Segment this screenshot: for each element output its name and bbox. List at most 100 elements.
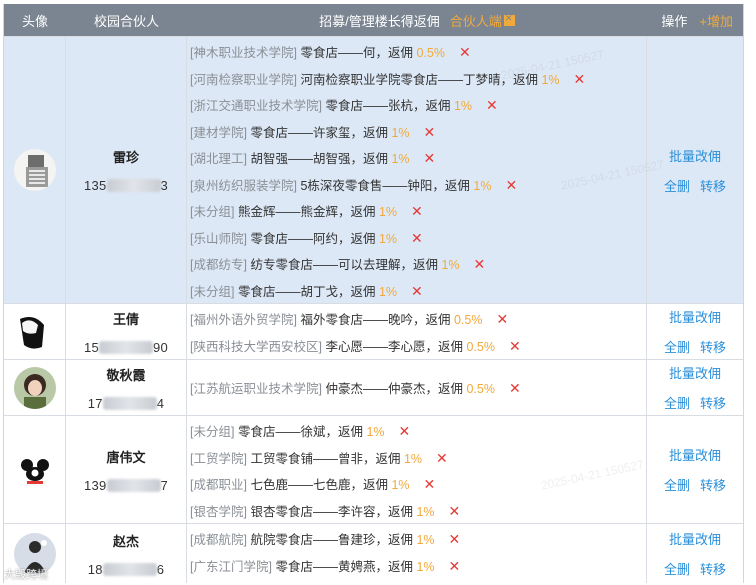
delete-icon[interactable]: ✕ xyxy=(509,380,521,396)
actions-cell: 批量改佣 全删 转移 xyxy=(647,360,743,415)
delete-icon[interactable]: ✕ xyxy=(505,177,517,193)
batch-edit-commission-link[interactable]: 批量改佣 xyxy=(669,445,721,464)
delete-icon[interactable]: ✕ xyxy=(411,230,423,246)
delete-icon[interactable]: ✕ xyxy=(399,423,411,439)
delete-all-link[interactable]: 全删 xyxy=(664,176,690,195)
delete-icon[interactable]: ✕ xyxy=(496,311,508,327)
actions-cell: 批量改佣 全删 转移 xyxy=(647,304,743,359)
delete-icon[interactable]: ✕ xyxy=(449,503,461,519)
commission-rate: 1% xyxy=(366,425,385,439)
delete-all-link[interactable]: 全删 xyxy=(664,559,690,578)
commission-rate: 1% xyxy=(453,99,473,113)
delete-icon[interactable]: ✕ xyxy=(424,476,436,492)
batch-edit-commission-link[interactable]: 批量改佣 xyxy=(669,363,721,382)
phone-suffix: 3 xyxy=(160,178,169,193)
partner-phone: 139 7 xyxy=(84,478,168,493)
commission-rate: 0.5% xyxy=(466,382,495,397)
transfer-link[interactable]: 转移 xyxy=(700,475,726,494)
add-button[interactable]: +增加 xyxy=(699,11,733,30)
external-box-icon[interactable] xyxy=(503,13,515,26)
delete-icon[interactable]: ✕ xyxy=(459,44,471,60)
school-name: [河南检察职业学院] xyxy=(190,72,297,87)
partner-phone: 18 6 xyxy=(88,562,165,577)
transfer-link[interactable]: 转移 xyxy=(700,337,726,356)
school-name: [成都纺专] xyxy=(190,258,247,272)
list-item: [陕西科技大学西安校区] 李心愿——李心愿，返佣 0.5% ✕ xyxy=(187,333,646,360)
delete-icon[interactable]: ✕ xyxy=(436,450,448,466)
school-name: [建材学院] xyxy=(190,125,247,140)
delete-icon[interactable]: ✕ xyxy=(424,150,436,166)
phone-prefix: 15 xyxy=(83,339,99,355)
school-name: [泉州纺织服装学院] xyxy=(190,178,297,193)
delete-icon[interactable]: ✕ xyxy=(449,531,461,547)
transfer-link[interactable]: 转移 xyxy=(700,176,726,195)
school-name: [工贸学院] xyxy=(190,451,247,466)
school-name: [未分组] xyxy=(190,425,235,439)
table-row: 唐伟文 139 7 [未分组] 零食店——徐斌，返佣 1% ✕ [工贸学院] 工贸零… xyxy=(4,415,743,523)
school-name: [成都航院] xyxy=(190,533,247,547)
transfer-link[interactable]: 转移 xyxy=(700,559,726,578)
delete-icon[interactable]: ✕ xyxy=(574,71,586,87)
list-item: [成都纺专] 纺专零食店——可以去理解，返佣 1% ✕ xyxy=(187,251,646,278)
action-links: 全删 转移 xyxy=(664,475,726,494)
list-item: [福州外语外贸学院] 福外零食店——晚吟，返佣 0.5% ✕ xyxy=(187,306,646,333)
delete-icon[interactable]: ✕ xyxy=(474,256,486,272)
partner-table: 头像 校园合伙人 招募/管理楼长得返佣 合伙人端 操作 +增加 xyxy=(3,4,744,583)
partner-cell: 敬秋霞 17 4 xyxy=(66,360,187,415)
store-info: 零食店——黄娉燕，返佣 xyxy=(275,559,413,574)
action-links: 全删 转移 xyxy=(664,393,726,412)
delete-all-link[interactable]: 全删 xyxy=(664,393,690,412)
records-cell: [神木职业技术学院] 零食店——何，返佣 0.5% ✕ [河南检察职业学院] 河南… xyxy=(187,37,647,303)
header-partner: 校园合伙人 xyxy=(93,13,159,29)
list-item: [浙江交通职业技术学院] 零食店——张杭，返佣 1% ✕ xyxy=(187,92,646,119)
phone-suffix: 4 xyxy=(156,395,165,411)
header-avatar: 头像 xyxy=(21,13,48,29)
transfer-link[interactable]: 转移 xyxy=(700,393,726,412)
list-item: [未分组] 熊金辉——熊金辉，返佣 1% ✕ xyxy=(187,198,646,225)
header-records: 招募/管理楼长得返佣 合伙人端 xyxy=(187,11,647,30)
commission-rate: 1% xyxy=(416,533,435,547)
delete-icon[interactable]: ✕ xyxy=(411,203,423,219)
store-info: 零食店——阿约，返佣 xyxy=(250,231,376,246)
list-item: [乐山师院] 零食店——阿约，返佣 1% ✕ xyxy=(187,225,646,252)
store-info: 航院零食店——鲁建珍，返佣 xyxy=(250,533,413,547)
partner-phone: 17 4 xyxy=(88,396,165,411)
commission-rate: 1% xyxy=(541,72,560,87)
store-info: 河南检察职业学院零食店——丁梦晴，返佣 xyxy=(300,72,538,87)
phone-prefix: 135 xyxy=(83,178,107,193)
school-name: [陕西科技大学西安校区] xyxy=(190,339,322,354)
logo-watermark: 大毁跨境 xyxy=(4,569,48,581)
phone-prefix: 18 xyxy=(87,561,103,577)
partner-cell: 赵杰 18 6 xyxy=(66,524,187,583)
batch-edit-commission-link[interactable]: 批量改佣 xyxy=(669,307,721,326)
commission-rate: 1% xyxy=(391,478,410,492)
delete-all-link[interactable]: 全删 xyxy=(664,337,690,356)
commission-rate: 1% xyxy=(416,559,435,574)
list-item: [银杏学院] 银杏零食店——李许容，返佣 1% ✕ xyxy=(187,498,646,525)
batch-edit-commission-link[interactable]: 批量改佣 xyxy=(669,146,721,165)
list-item: [未分组] 零食店——徐斌，返佣 1% ✕ xyxy=(187,418,646,445)
delete-icon[interactable]: ✕ xyxy=(509,338,521,354)
delete-all-link[interactable]: 全删 xyxy=(664,475,690,494)
avatar xyxy=(13,366,56,409)
table-row: 赵杰 18 6 [成都航院] 航院零食店——鲁建珍，返佣 1% ✕ [广东江门学院]… xyxy=(4,523,743,583)
batch-edit-commission-link[interactable]: 批量改佣 xyxy=(669,529,721,548)
delete-icon[interactable]: ✕ xyxy=(411,283,423,299)
commission-rate: 1% xyxy=(441,258,460,272)
records-cell: [福州外语外贸学院] 福外零食店——晚吟，返佣 0.5% ✕ [陕西科技大学西安校… xyxy=(187,304,647,359)
partner-port-link[interactable]: 合伙人端 xyxy=(450,11,515,30)
commission-rate: 1% xyxy=(391,152,410,166)
table-header: 头像 校园合伙人 招募/管理楼长得返佣 合伙人端 操作 +增加 xyxy=(4,4,743,36)
header-records-label: 招募/管理楼长得返佣 xyxy=(319,13,440,29)
partner-phone: 15 90 xyxy=(84,340,168,355)
list-item: [河南检察职业学院] 河南检察职业学院零食店——丁梦晴，返佣 1% ✕ xyxy=(187,66,646,93)
phone-mask xyxy=(99,340,153,354)
partner-port-label[interactable]: 合伙人端 xyxy=(450,11,502,30)
delete-icon[interactable]: ✕ xyxy=(424,124,436,140)
delete-icon[interactable]: ✕ xyxy=(486,97,498,113)
store-info: 银杏零食店——李许容，返佣 xyxy=(250,504,413,519)
list-item: [成都职业] 七色鹿——七色鹿，返佣 1% ✕ xyxy=(187,471,646,498)
delete-icon[interactable]: ✕ xyxy=(449,558,461,574)
list-item: [成都航院] 航院零食店——鲁建珍，返佣 1% ✕ xyxy=(187,526,646,553)
school-name: [银杏学院] xyxy=(190,504,247,519)
